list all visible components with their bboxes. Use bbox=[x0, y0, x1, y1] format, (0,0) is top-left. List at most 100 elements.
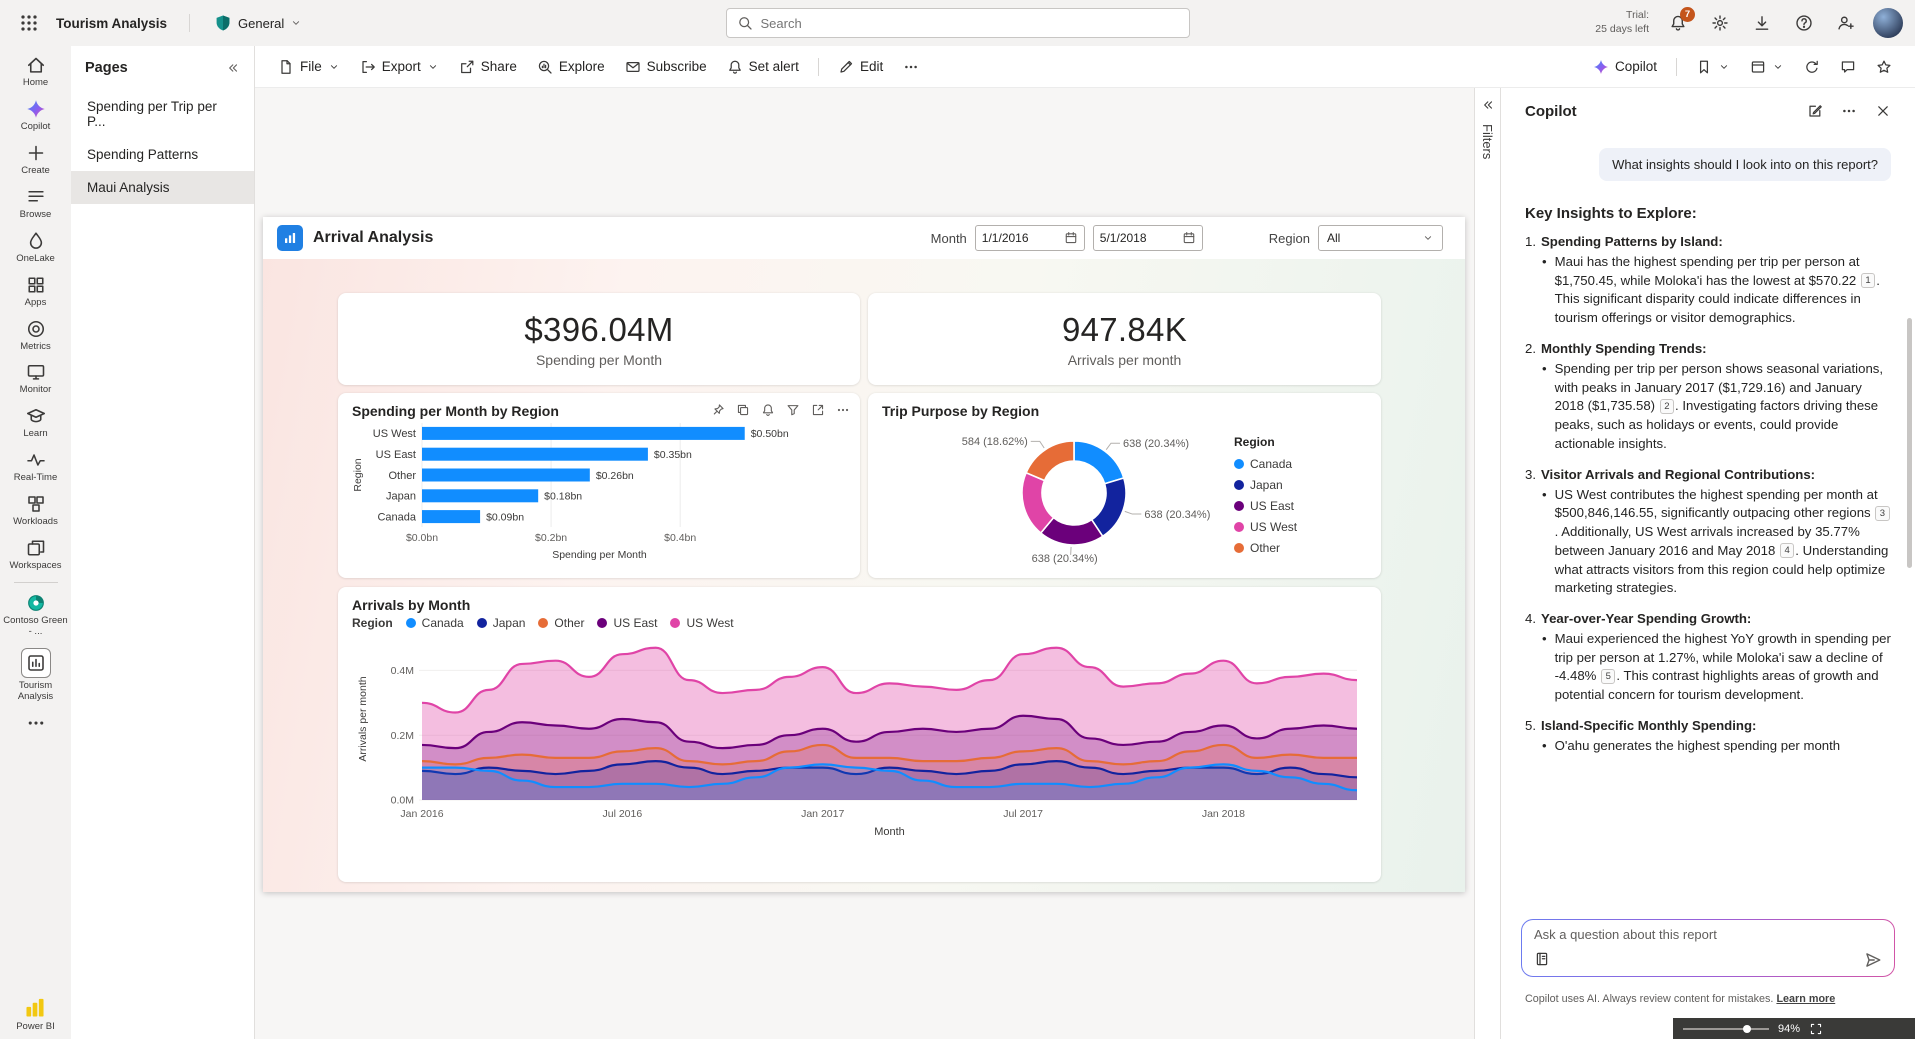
rail-item-create[interactable]: Create bbox=[3, 138, 69, 182]
citation-ref[interactable]: 2 bbox=[1660, 399, 1674, 414]
citation-ref[interactable]: 4 bbox=[1780, 543, 1794, 558]
calendar-icon[interactable] bbox=[1064, 231, 1078, 245]
legend-item-us-east[interactable]: US East bbox=[597, 616, 657, 630]
svg-text:584 (18.62%): 584 (18.62%) bbox=[962, 436, 1028, 448]
page-item-maui-analysis[interactable]: Maui Analysis bbox=[71, 171, 254, 204]
copilot-input-box[interactable] bbox=[1521, 919, 1895, 977]
rail-item-realtime[interactable]: Real-Time bbox=[3, 445, 69, 489]
rail-item-browse[interactable]: Browse bbox=[3, 182, 69, 226]
more-options-icon[interactable] bbox=[836, 403, 850, 417]
citation-ref[interactable]: 1 bbox=[1861, 273, 1875, 288]
rail-item-workloads[interactable]: Workloads bbox=[3, 489, 69, 533]
legend-item-other[interactable]: Other bbox=[538, 616, 584, 630]
legend-item-us-east[interactable]: US East bbox=[1234, 499, 1360, 513]
legend-item-other[interactable]: Other bbox=[1234, 541, 1360, 555]
send-icon[interactable] bbox=[1864, 951, 1882, 969]
citation-ref[interactable]: 5 bbox=[1601, 669, 1615, 684]
new-chat-icon[interactable] bbox=[1807, 103, 1823, 119]
learn-more-link[interactable]: Learn more bbox=[1776, 993, 1835, 1005]
rail-item-onelake[interactable]: OneLake bbox=[3, 226, 69, 270]
date-from-input[interactable] bbox=[975, 225, 1085, 251]
donut-chart-card: Trip Purpose by Region 638 (20.34%)638 (… bbox=[868, 393, 1381, 578]
fit-to-page-icon[interactable] bbox=[1809, 1022, 1823, 1036]
comments-button[interactable] bbox=[1831, 53, 1865, 81]
settings-button[interactable] bbox=[1703, 6, 1737, 40]
explore-button[interactable]: Explore bbox=[528, 53, 614, 81]
edit-button[interactable]: Edit bbox=[829, 53, 892, 81]
rail-item-contoso-green[interactable]: Contoso Green - ... bbox=[3, 588, 69, 643]
app-launcher-button[interactable] bbox=[12, 6, 46, 40]
legend-item-us-west[interactable]: US West bbox=[670, 616, 733, 630]
collapse-pages-icon[interactable] bbox=[226, 61, 240, 75]
pin-visual-icon[interactable] bbox=[711, 403, 725, 417]
date-to-value[interactable] bbox=[1100, 231, 1178, 245]
area-chart[interactable]: 0.0M0.2M0.4MJan 2016Jul 2016Jan 2017Jul … bbox=[352, 632, 1367, 844]
toolbar-more-button[interactable] bbox=[894, 53, 928, 81]
set-alert-button[interactable]: Set alert bbox=[718, 53, 808, 81]
kpi-spending-per-month[interactable]: $396.04M Spending per Month bbox=[338, 293, 860, 385]
donut-chart[interactable]: 638 (20.34%)638 (20.34%)638 (20.34%)584 … bbox=[882, 419, 1234, 565]
zoom-slider[interactable] bbox=[1683, 1024, 1769, 1034]
insight-text: O'ahu generates the highest spending per… bbox=[1555, 737, 1841, 756]
apps-icon bbox=[26, 275, 46, 295]
rail-item-copilot[interactable]: Copilot bbox=[3, 94, 69, 138]
bar-chart[interactable]: $0.0bn$0.2bn$0.4bnUS West$0.50bnUS East$… bbox=[352, 419, 846, 561]
region-dropdown[interactable]: All bbox=[1318, 225, 1443, 251]
rail-item-apps[interactable]: Apps bbox=[3, 270, 69, 314]
legend-item-canada[interactable]: Canada bbox=[406, 616, 464, 630]
svg-text:US East: US East bbox=[376, 449, 416, 461]
scrollbar-thumb[interactable] bbox=[1907, 318, 1912, 568]
svg-text:0.0M: 0.0M bbox=[391, 795, 414, 807]
bookmarks-button[interactable] bbox=[1687, 53, 1739, 81]
user-avatar[interactable] bbox=[1873, 8, 1903, 38]
prompt-guide-icon[interactable] bbox=[1534, 951, 1550, 967]
set-alert-icon[interactable] bbox=[761, 403, 775, 417]
download-button[interactable] bbox=[1745, 6, 1779, 40]
legend-item-japan[interactable]: Japan bbox=[1234, 478, 1360, 492]
notification-badge: 7 bbox=[1680, 7, 1695, 22]
focus-mode-icon[interactable] bbox=[811, 403, 825, 417]
legend-item-canada[interactable]: Canada bbox=[1234, 457, 1360, 471]
citation-ref[interactable]: 3 bbox=[1875, 506, 1889, 521]
copy-visual-icon[interactable] bbox=[736, 403, 750, 417]
product-switcher[interactable]: Power BI bbox=[16, 997, 55, 1033]
filter-icon[interactable] bbox=[786, 403, 800, 417]
workspace-switcher[interactable]: General bbox=[206, 10, 310, 36]
expand-filters-icon[interactable] bbox=[1481, 98, 1495, 112]
file-menu-button[interactable]: File bbox=[269, 53, 349, 81]
rail-item-metrics[interactable]: Metrics bbox=[3, 314, 69, 358]
rail-item-home[interactable]: Home bbox=[3, 50, 69, 94]
share-button[interactable]: Share bbox=[450, 53, 526, 81]
copilot-toolbar-button[interactable]: Copilot bbox=[1584, 53, 1666, 81]
rail-more-button[interactable] bbox=[3, 708, 69, 738]
chevron-down-icon bbox=[1718, 61, 1730, 73]
subscribe-button[interactable]: Subscribe bbox=[616, 53, 716, 81]
copilot-more-icon[interactable] bbox=[1841, 103, 1857, 119]
export-menu-button[interactable]: Export bbox=[351, 53, 448, 81]
date-from-value[interactable] bbox=[982, 231, 1060, 245]
legend-item-japan[interactable]: Japan bbox=[477, 616, 526, 630]
search-input[interactable] bbox=[761, 16, 1179, 31]
invite-button[interactable] bbox=[1829, 6, 1863, 40]
page-item-spending-patterns[interactable]: Spending Patterns bbox=[71, 138, 254, 171]
notifications-button[interactable]: 7 bbox=[1661, 6, 1695, 40]
copilot-question-input[interactable] bbox=[1534, 927, 1882, 942]
rail-item-learn[interactable]: Learn bbox=[3, 401, 69, 445]
copilot-close-icon[interactable] bbox=[1875, 103, 1891, 119]
zoom-slider-knob[interactable] bbox=[1743, 1025, 1751, 1033]
rail-item-tourism-analysis[interactable]: Tourism Analysis bbox=[3, 643, 69, 708]
refresh-button[interactable] bbox=[1795, 53, 1829, 81]
favorite-button[interactable] bbox=[1867, 53, 1901, 81]
kpi-arrivals-per-month[interactable]: 947.84K Arrivals per month bbox=[868, 293, 1381, 385]
rail-item-workspaces[interactable]: Workspaces bbox=[3, 533, 69, 577]
filters-pane-collapsed[interactable]: Filters bbox=[1474, 88, 1500, 1039]
chevron-down-icon bbox=[427, 61, 439, 73]
view-menu-button[interactable] bbox=[1741, 53, 1793, 81]
help-button[interactable] bbox=[1787, 6, 1821, 40]
date-to-input[interactable] bbox=[1093, 225, 1203, 251]
calendar-icon[interactable] bbox=[1182, 231, 1196, 245]
global-search[interactable] bbox=[726, 8, 1190, 38]
legend-item-us-west[interactable]: US West bbox=[1234, 520, 1360, 534]
page-item-spending-per-trip[interactable]: Spending per Trip per P... bbox=[71, 90, 254, 138]
rail-item-monitor[interactable]: Monitor bbox=[3, 357, 69, 401]
